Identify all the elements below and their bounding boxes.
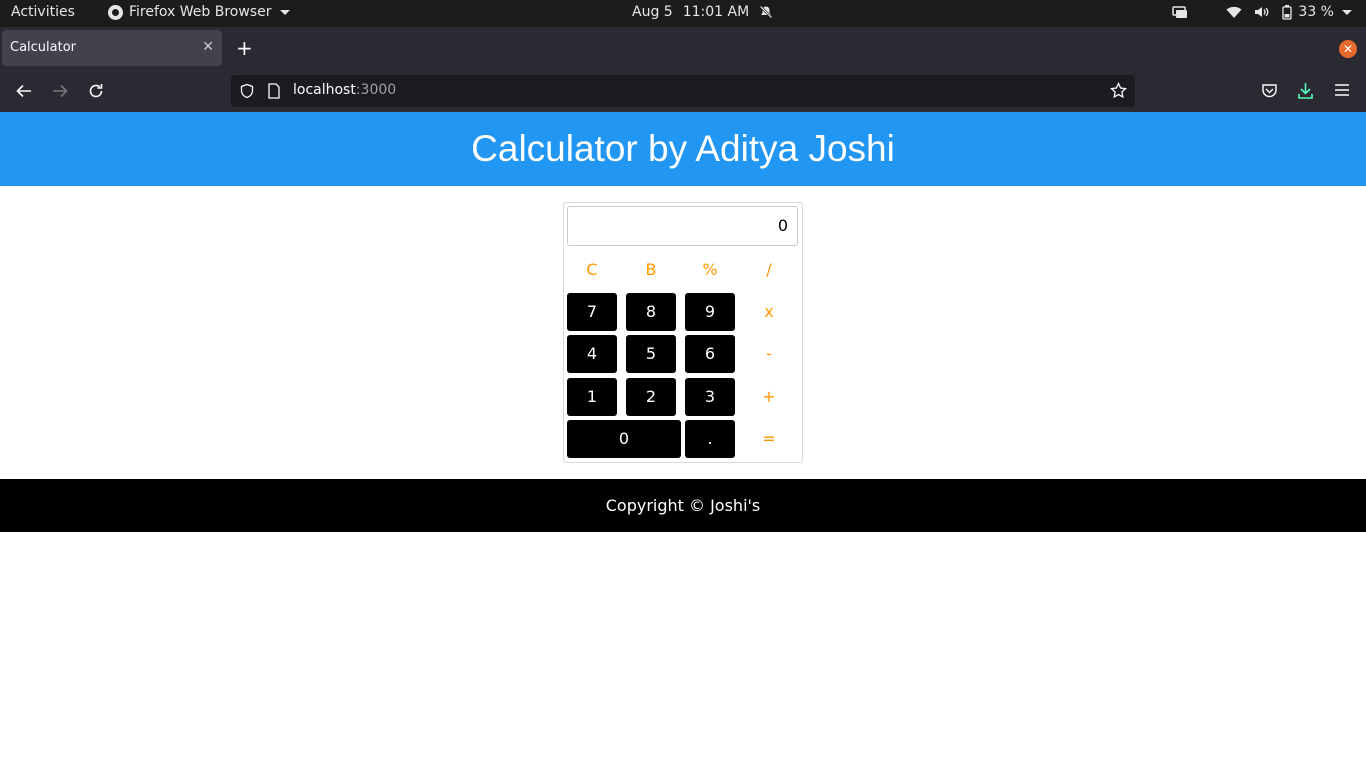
calculator: 0 C B%/ 7 8 9 x 4 5 6- 1 2 3 +0. = bbox=[563, 202, 803, 463]
page-info-icon[interactable] bbox=[267, 83, 281, 103]
activities-button[interactable]: Activities bbox=[11, 4, 75, 20]
digit-1-button[interactable]: 1 bbox=[567, 378, 617, 416]
calculator-display: 0 bbox=[567, 206, 798, 246]
digit-3-button[interactable]: 3 bbox=[685, 378, 735, 416]
digit-2-button[interactable]: 2 bbox=[626, 378, 676, 416]
divide-button[interactable]: / bbox=[744, 251, 794, 289]
digit-0-button[interactable]: 0 bbox=[567, 420, 681, 458]
digit-9-button[interactable]: 9 bbox=[685, 293, 735, 331]
url-port: :3000 bbox=[355, 82, 397, 98]
caret-down-icon bbox=[279, 9, 290, 15]
clock[interactable]: Aug 5 11:01 AM bbox=[632, 4, 773, 20]
tab-title: Calculator bbox=[10, 40, 77, 55]
system-tray[interactable]: 33 % bbox=[1172, 4, 1352, 20]
back-icon[interactable] bbox=[15, 82, 33, 104]
battery-icon bbox=[1282, 4, 1293, 20]
pocket-icon[interactable] bbox=[1261, 82, 1278, 103]
tab-close-icon[interactable]: ✕ bbox=[202, 39, 214, 55]
multiply-button[interactable]: x bbox=[744, 293, 794, 331]
equals-button[interactable]: = bbox=[744, 420, 794, 458]
app-menu[interactable]: Firefox Web Browser bbox=[108, 4, 290, 20]
decimal-button[interactable]: . bbox=[685, 420, 735, 458]
tracking-shield-icon[interactable] bbox=[239, 83, 255, 103]
page-header: Calculator by Aditya Joshi bbox=[0, 112, 1366, 186]
digit-5-button[interactable]: 5 bbox=[626, 335, 676, 373]
page-footer: Copyright © Joshi's bbox=[0, 479, 1366, 532]
add-button[interactable]: + bbox=[744, 378, 794, 416]
url-text[interactable]: localhost:3000 bbox=[293, 82, 396, 98]
digit-4-button[interactable]: 4 bbox=[567, 335, 617, 373]
window-close-icon[interactable]: ✕ bbox=[1339, 40, 1357, 58]
digit-7-button[interactable]: 7 bbox=[567, 293, 617, 331]
url-host: localhost bbox=[293, 82, 356, 98]
bookmark-star-icon[interactable] bbox=[1110, 81, 1127, 103]
navigation-bar: localhost:3000 bbox=[0, 71, 1366, 113]
forward-icon[interactable] bbox=[51, 82, 69, 104]
tab-strip: Calculator ✕ + ✕ bbox=[0, 27, 1366, 71]
screen-share-icon bbox=[1172, 5, 1188, 19]
app-menu-icon[interactable] bbox=[1334, 82, 1350, 102]
clock-date: Aug 5 bbox=[632, 4, 673, 20]
new-tab-icon[interactable]: + bbox=[236, 36, 253, 60]
subtract-button[interactable]: - bbox=[744, 335, 794, 373]
firefox-icon bbox=[108, 4, 123, 20]
reload-icon[interactable] bbox=[87, 82, 105, 104]
percent-button[interactable]: % bbox=[685, 251, 735, 289]
battery-percent: 33 % bbox=[1298, 4, 1334, 20]
clear-button[interactable]: C bbox=[567, 251, 617, 289]
backspace-button[interactable]: B bbox=[626, 251, 676, 289]
system-top-bar: Activities Firefox Web Browser Aug 5 11:… bbox=[0, 0, 1366, 27]
url-bar[interactable]: localhost:3000 bbox=[231, 75, 1135, 107]
notifications-off-icon bbox=[759, 5, 773, 19]
digit-8-button[interactable]: 8 bbox=[626, 293, 676, 331]
downloads-icon[interactable] bbox=[1297, 82, 1314, 104]
power-menu-icon bbox=[1342, 9, 1352, 15]
app-menu-label: Firefox Web Browser bbox=[129, 4, 272, 20]
wifi-icon bbox=[1226, 6, 1242, 19]
volume-icon bbox=[1254, 5, 1270, 19]
clock-time: 11:01 AM bbox=[682, 4, 750, 20]
tab-calculator[interactable]: Calculator ✕ bbox=[2, 30, 222, 66]
digit-6-button[interactable]: 6 bbox=[685, 335, 735, 373]
